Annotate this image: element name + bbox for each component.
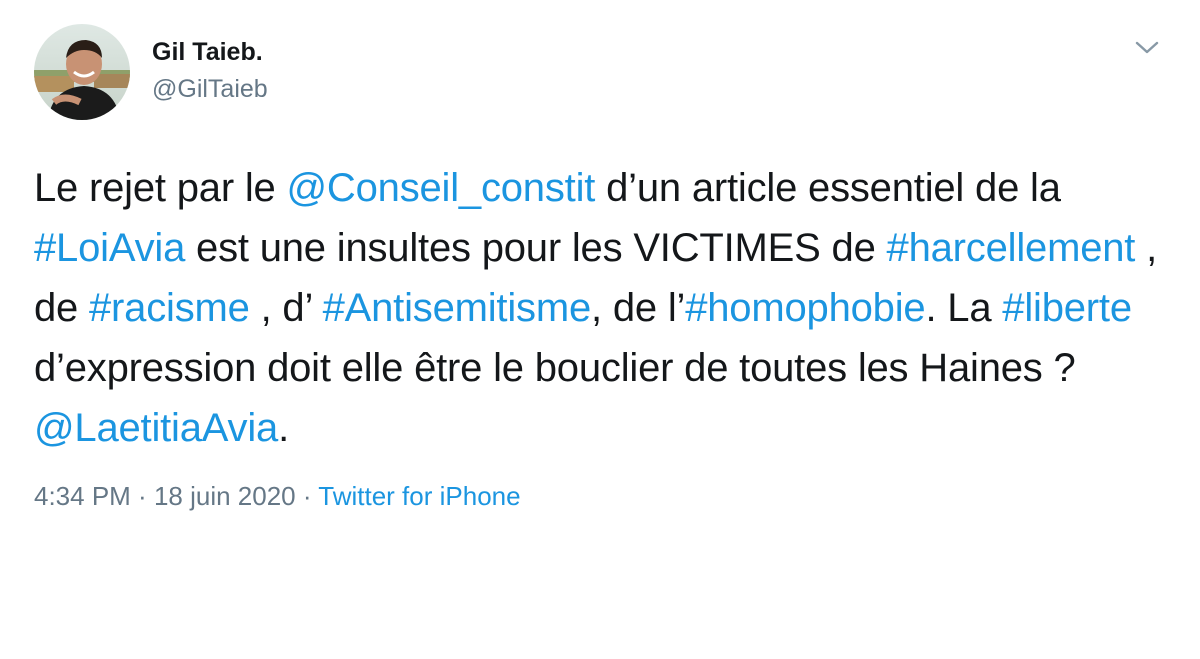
meta-separator: · [130,481,154,511]
tweet-meta: 4:34 PM · 18 juin 2020 · Twitter for iPh… [34,478,521,514]
text-segment: . [278,406,290,450]
tweet-text: Le rejet par le @Conseil_constit d’un ar… [34,158,1174,458]
meta-separator: · [295,481,319,511]
tweet-date[interactable]: 18 juin 2020 [154,481,296,511]
hashtag-link-racisme[interactable]: #racisme [89,286,250,330]
tweet-card: Gil Taieb. @GilTaieb Le rejet par le @Co… [0,0,1200,659]
text-segment: Le rejet par le [34,166,287,210]
author-display-name[interactable]: Gil Taieb. [152,36,268,68]
avatar[interactable] [34,24,130,120]
text-segment: d’un article essentiel de la [595,166,1061,210]
author-names: Gil Taieb. @GilTaieb [152,36,268,106]
text-segment: , de l’ [591,286,686,330]
text-segment: d’expression doit elle être le bouclier … [34,346,1076,390]
tweet-source-link[interactable]: Twitter for iPhone [318,481,520,511]
author-handle[interactable]: @GilTaieb [152,72,268,106]
mention-link-laetitiaavia[interactable]: @LaetitiaAvia [34,406,278,450]
avatar-image [34,24,130,120]
text-segment: , d’ [249,286,323,330]
hashtag-link-antisemitisme[interactable]: #Antisemitisme [323,286,592,330]
text-segment: . La [925,286,1003,330]
text-segment: est une insultes pour les VICTIMES de [185,226,887,270]
hashtag-link-harcellement[interactable]: #harcellement [887,226,1136,270]
hashtag-link-liberte[interactable]: #liberte [1002,286,1132,330]
hashtag-link-homophobie[interactable]: #homophobie [685,286,925,330]
chevron-down-icon-glyph [1135,41,1159,54]
hashtag-link-loiavia[interactable]: #LoiAvia [34,226,185,270]
mention-link-conseil-constit[interactable]: @Conseil_constit [287,166,596,210]
tweet-time[interactable]: 4:34 PM [34,481,131,511]
chevron-down-icon[interactable] [1132,36,1162,60]
